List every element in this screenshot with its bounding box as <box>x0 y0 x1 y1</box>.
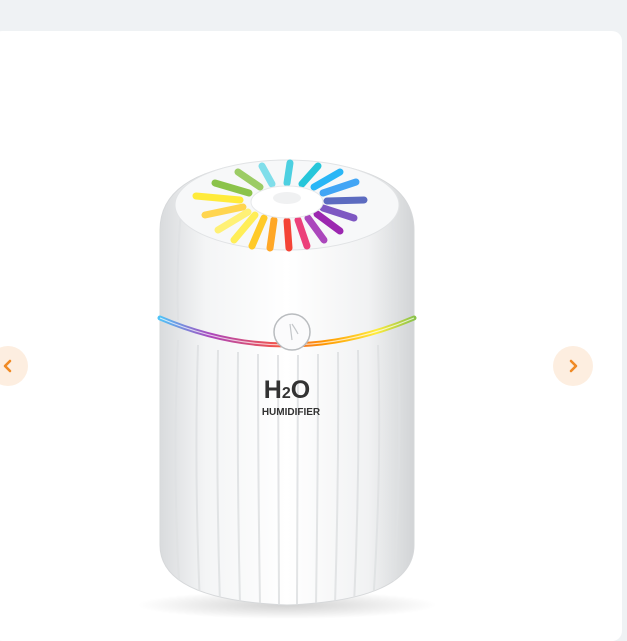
chevron-right-icon <box>569 359 578 373</box>
product-image[interactable]: H2O HUMIDIFIER <box>0 0 627 627</box>
product-label-text: HUMIDIFIER <box>262 407 321 418</box>
next-image-button[interactable] <box>553 346 593 386</box>
chevron-left-icon <box>3 359 12 373</box>
